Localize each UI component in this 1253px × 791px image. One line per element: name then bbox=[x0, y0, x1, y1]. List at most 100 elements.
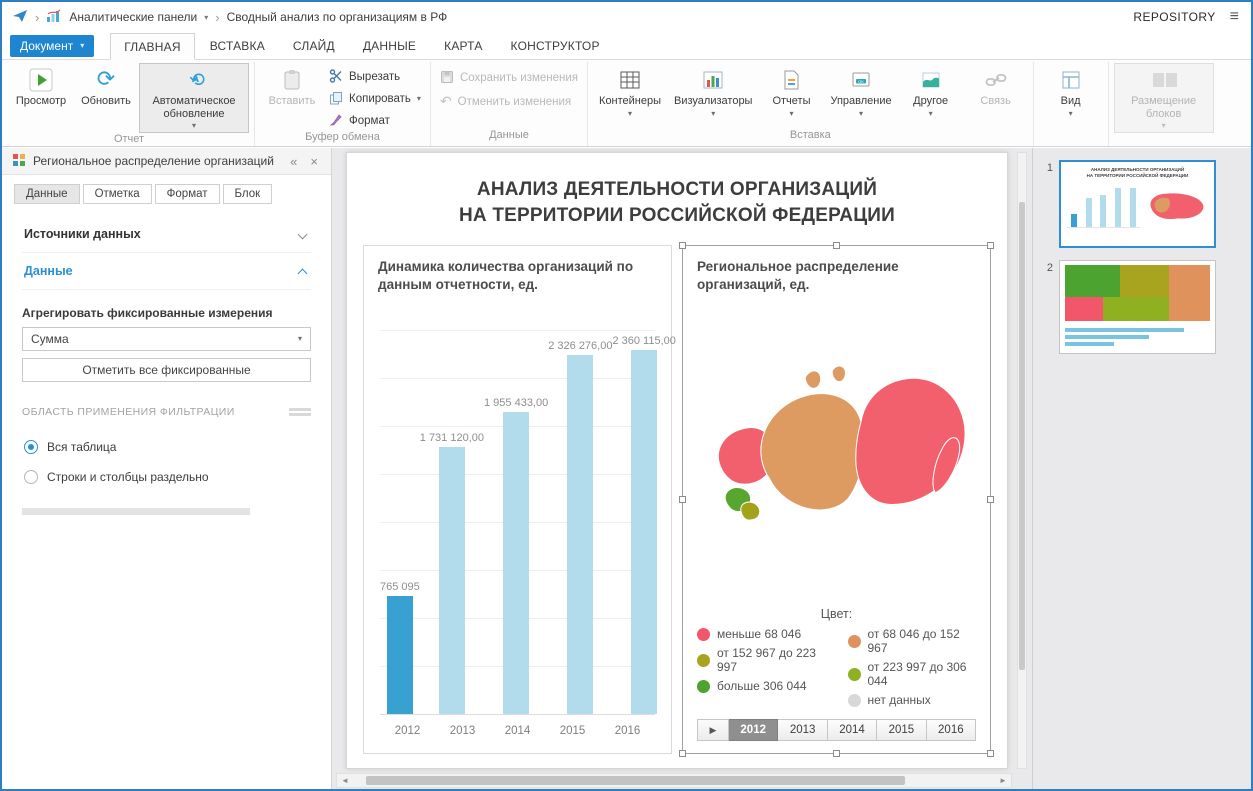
report-page-icon bbox=[778, 67, 804, 93]
group-label-view bbox=[1039, 129, 1103, 146]
undo-icon: ↶ bbox=[439, 94, 452, 110]
ribbon-group-layout: Размещение блоков ▾ bbox=[1107, 62, 1219, 146]
selection-handle[interactable] bbox=[832, 750, 840, 757]
save-changes-button[interactable]: Сохранить изменения bbox=[436, 68, 582, 88]
filter-area-icon bbox=[289, 408, 311, 416]
format-label: Формат bbox=[349, 115, 390, 127]
axis-label-2015: 2015 bbox=[559, 725, 586, 737]
scroll-right-icon[interactable]: ► bbox=[995, 776, 1011, 785]
view-button[interactable]: Вид ▾ bbox=[1039, 63, 1103, 127]
format-button[interactable]: Формат bbox=[325, 111, 425, 131]
scrollbar-thumb[interactable] bbox=[1019, 202, 1025, 670]
bar-2013[interactable] bbox=[438, 447, 465, 714]
paste-button[interactable]: Вставить bbox=[260, 63, 324, 127]
slide-thumbnail-2[interactable] bbox=[1059, 260, 1216, 354]
auto-refresh-icon: ⟲ A bbox=[189, 69, 205, 91]
menu-icon[interactable]: ≡ bbox=[1230, 9, 1239, 25]
section-data-sources[interactable]: Источники данных bbox=[22, 216, 311, 253]
axis-label-2013: 2013 bbox=[449, 725, 476, 737]
bar-column-2013: 1 731 120,00 bbox=[420, 314, 484, 714]
tab-home[interactable]: ГЛАВНАЯ bbox=[110, 32, 195, 60]
link-button[interactable]: Связь bbox=[964, 63, 1028, 127]
reports-button[interactable]: Отчеты ▾ bbox=[759, 63, 823, 127]
bar-column-2012: 765 095 bbox=[380, 314, 420, 714]
year-button-2013[interactable]: 2013 bbox=[778, 719, 828, 741]
map-legend: меньше 68 046 от 152 967 до 223 997 боль… bbox=[697, 627, 976, 707]
radio-rows-columns-separately[interactable]: Строки и столбцы раздельно bbox=[22, 462, 311, 492]
scrollbar-thumb[interactable] bbox=[365, 776, 906, 785]
tab-slide[interactable]: СЛАЙД bbox=[280, 33, 348, 58]
document-menu-button[interactable]: Документ ▾ bbox=[10, 34, 95, 57]
panel-tab-block[interactable]: Блок bbox=[222, 184, 273, 204]
copy-label: Копировать bbox=[349, 93, 411, 105]
tab-insert[interactable]: ВСТАВКА bbox=[197, 33, 278, 58]
slide[interactable]: АНАЛИЗ ДЕЯТЕЛЬНОСТИ ОРГАНИЗАЦИЙ НА ТЕРРИ… bbox=[346, 152, 1008, 769]
management-button[interactable]: OK Управление ▾ bbox=[824, 63, 897, 127]
breadcrumb-caret-icon[interactable]: ▾ bbox=[204, 13, 208, 22]
slide-title-line1: АНАЛИЗ ДЕЯТЕЛЬНОСТИ ОРГАНИЗАЦИЙ bbox=[476, 179, 878, 200]
tab-data[interactable]: ДАННЫЕ bbox=[350, 33, 429, 58]
cut-button[interactable]: Вырезать bbox=[325, 67, 425, 87]
year-button-2012[interactable]: 2012 bbox=[729, 719, 779, 741]
map-island-north-1 bbox=[804, 370, 821, 389]
axis-label-2016: 2016 bbox=[614, 725, 641, 737]
mark-all-fixed-button[interactable]: Отметить все фиксированные bbox=[22, 358, 311, 382]
undo-changes-button[interactable]: ↶ Отменить изменения bbox=[436, 92, 575, 112]
other-button[interactable]: Другое ▾ bbox=[899, 63, 963, 127]
radio-whole-table[interactable]: Вся таблица bbox=[22, 432, 311, 462]
selection-handle[interactable] bbox=[679, 495, 686, 503]
aggregate-select[interactable]: Сумма ▾ bbox=[22, 327, 311, 351]
slide-thumbnail-1[interactable]: АНАЛИЗ ДЕЯТЕЛЬНОСТИ ОРГАНИЗАЦИЙ НА ТЕРРИ… bbox=[1059, 160, 1216, 248]
blocks-layout-button[interactable]: Размещение блоков ▾ bbox=[1113, 63, 1214, 133]
bar-column-2016: 2 360 115,00 bbox=[612, 314, 676, 714]
russia-map[interactable] bbox=[697, 294, 976, 605]
dropdown-caret-icon: ▾ bbox=[416, 94, 421, 103]
year-button-2014[interactable]: 2014 bbox=[827, 719, 878, 741]
visualizers-button[interactable]: Визуализаторы ▾ bbox=[668, 63, 758, 127]
bar-2015[interactable] bbox=[567, 355, 594, 714]
selection-handle[interactable] bbox=[987, 495, 994, 503]
app-logo-icon[interactable] bbox=[12, 8, 28, 27]
panel-tab-data[interactable]: Данные bbox=[14, 184, 80, 204]
legend-label: больше 306 044 bbox=[717, 679, 807, 693]
preview-button[interactable]: Просмотр bbox=[9, 63, 73, 127]
selection-handle[interactable] bbox=[987, 750, 994, 757]
breadcrumb-section[interactable]: Аналитические панели bbox=[69, 10, 197, 24]
panel-tab-mark[interactable]: Отметка bbox=[82, 184, 152, 204]
legend-label: нет данных bbox=[867, 693, 931, 707]
selection-handle[interactable] bbox=[987, 242, 994, 249]
bar-chart-plot: 765 095 1 731 120,00 1 955 433,00 2 326 … bbox=[378, 308, 676, 741]
horizontal-scrollbar[interactable]: ◄ ► bbox=[336, 773, 1012, 788]
section-data[interactable]: Данные bbox=[22, 253, 311, 290]
close-panel-icon[interactable]: × bbox=[307, 154, 321, 169]
legend-dot bbox=[847, 667, 861, 681]
repository-label[interactable]: REPOSITORY bbox=[1133, 10, 1215, 24]
collapse-panel-icon[interactable]: « bbox=[287, 154, 300, 169]
year-selector: ▶ 2012 2013 2014 2015 2016 bbox=[697, 719, 977, 741]
map-block[interactable]: Региональное распределение организаций, … bbox=[679, 242, 994, 757]
tab-map[interactable]: КАРТА bbox=[431, 33, 495, 58]
selection-handle[interactable] bbox=[832, 242, 840, 249]
play-animation-button[interactable]: ▶ bbox=[697, 719, 729, 741]
containers-button[interactable]: Контейнеры ▾ bbox=[593, 63, 667, 127]
tab-constructor[interactable]: КОНСТРУКТОР bbox=[498, 33, 613, 58]
selection-handle[interactable] bbox=[679, 750, 686, 757]
vertical-scrollbar[interactable] bbox=[1017, 152, 1027, 769]
dropdown-caret-icon: ▾ bbox=[191, 121, 196, 130]
bar-2016[interactable] bbox=[631, 350, 658, 714]
aggregate-selected-value: Сумма bbox=[31, 332, 69, 346]
year-button-2015[interactable]: 2015 bbox=[877, 719, 927, 741]
scroll-left-icon[interactable]: ◄ bbox=[337, 776, 353, 785]
refresh-button[interactable]: ⟳ Обновить bbox=[74, 63, 138, 127]
scrollbar-track[interactable] bbox=[353, 774, 995, 787]
bar-2012[interactable] bbox=[386, 596, 413, 714]
copy-button[interactable]: Копировать ▾ bbox=[325, 89, 425, 109]
clipboard-icon bbox=[279, 67, 305, 93]
panel-slider[interactable] bbox=[22, 508, 250, 515]
panel-tab-format[interactable]: Формат bbox=[154, 184, 220, 204]
bar-2014[interactable] bbox=[503, 412, 530, 714]
selection-handle[interactable] bbox=[679, 242, 686, 249]
bar-chart-block[interactable]: Динамика количества организаций по данны… bbox=[363, 245, 676, 754]
auto-refresh-button[interactable]: ⟲ A Автоматическое обновление ▾ bbox=[139, 63, 249, 133]
year-button-2016[interactable]: 2016 bbox=[926, 719, 977, 741]
